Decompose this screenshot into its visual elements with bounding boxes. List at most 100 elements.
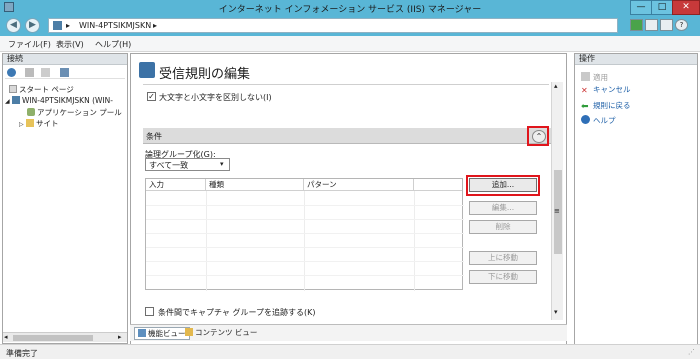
col-divider [304, 191, 305, 291]
tree-label: スタート ページ [19, 85, 74, 94]
status-text: 準備完了 [6, 349, 38, 358]
table-header: 入力 種類 パターン [146, 179, 462, 191]
connect-globe-icon[interactable] [7, 68, 16, 77]
horizontal-scrollbar[interactable]: ◂ ▸ [3, 332, 127, 342]
scroll-thumb[interactable] [13, 335, 93, 341]
edit-rule-pane: 受信規則の編集 ✓ 大文字と小文字を区別しない(I) 条件 ⌃ 論理グループ化(… [130, 53, 567, 345]
col-input[interactable]: 入力 [146, 179, 206, 191]
action-back-to-rules[interactable]: ⬅ 規則に戻る [581, 100, 631, 112]
tree-label: サイト [36, 119, 59, 128]
tree-item-server[interactable]: ◢ WIN-4PTSIKMJSKN (WIN- [5, 96, 113, 105]
menu-help[interactable]: ヘルプ(H) [95, 39, 131, 50]
window-title: インターネット インフォメーション サービス (IIS) マネージャー [218, 5, 482, 15]
server-icon [53, 21, 62, 30]
remove-button[interactable]: 削除 [469, 220, 537, 234]
save-icon[interactable] [25, 68, 34, 77]
forward-button[interactable]: ▶ [25, 18, 40, 33]
track-groups-label: 条件間でキャプチャ グループを追跡する(K) [158, 308, 316, 317]
back-arrow-icon: ⬅ [581, 102, 589, 112]
scroll-up-icon[interactable]: ▴ [554, 82, 558, 90]
view-tabs: 機能ビュー コンテンツ ビュー [130, 324, 567, 341]
tab-content-view[interactable]: コンテンツ ビュー [182, 327, 260, 340]
tree-item-app-pools[interactable]: アプリケーション プール [27, 107, 122, 118]
ignore-case-label: 大文字と小文字を区別しない(I) [159, 93, 272, 102]
action-help[interactable]: ヘルプ [581, 115, 616, 126]
expand-arrow-icon[interactable]: ▷ [19, 121, 24, 128]
connections-pane: 接続 スタート ページ ◢ WIN-4PTSIKMJSKN (WIN- アプリケ… [2, 53, 128, 344]
actions-header: 操作 [575, 54, 697, 65]
conditions-header-label: 条件 [146, 132, 162, 141]
chevron-down-icon: ▾ [220, 160, 224, 168]
resize-grip-icon: ⋰ [688, 348, 695, 356]
add-button[interactable]: 追加... [469, 178, 537, 192]
col-type[interactable]: 種類 [206, 179, 304, 191]
connections-toolbar [5, 67, 125, 79]
content-view-icon [185, 328, 193, 336]
col-divider [414, 191, 415, 291]
menu-bar: ファイル(F) 表示(V) ヘルプ(H) [0, 36, 700, 52]
vertical-scrollbar[interactable]: ▴ ≡ ▾ [551, 82, 563, 320]
tree-item-sites[interactable]: ▷ サイト [19, 118, 59, 129]
start-page-icon [9, 85, 17, 93]
scroll-left-icon[interactable]: ◂ [4, 333, 8, 341]
breadcrumb-separator-end: ▸ [153, 21, 158, 30]
row-line [146, 247, 464, 248]
maximize-button[interactable]: □ [651, 0, 673, 15]
row-line [146, 219, 464, 220]
menu-file[interactable]: ファイル(F) [8, 39, 51, 50]
move-up-button[interactable]: 上に移動 [469, 251, 537, 265]
row-line [146, 233, 464, 234]
close-button[interactable]: ✕ [672, 0, 700, 15]
ignore-case-checkbox[interactable]: ✓ [147, 92, 156, 101]
track-groups-checkbox[interactable] [145, 307, 154, 316]
actions-pane: 操作 適用 ✕ キャンセル ⬅ 規則に戻る ヘルプ [574, 53, 698, 345]
tree-label: アプリケーション プール [37, 108, 122, 117]
help-icon[interactable]: ? [675, 19, 688, 31]
logical-grouping-select[interactable]: すべて一致 ▾ [145, 158, 230, 171]
edit-button[interactable]: 編集... [469, 201, 537, 215]
sites-folder-icon [26, 119, 35, 127]
breadcrumb-server[interactable]: WIN-4PTSIKMJSKN [79, 21, 151, 30]
col-pattern[interactable]: パターン [304, 179, 414, 191]
conditions-group-header[interactable]: 条件 [143, 128, 557, 144]
grip-icon: ≡ [554, 207, 560, 215]
move-down-button[interactable]: 下に移動 [469, 270, 537, 284]
action-cancel[interactable]: ✕ キャンセル [581, 84, 631, 95]
up-folder-icon[interactable] [41, 68, 50, 77]
scroll-right-icon[interactable]: ▸ [118, 333, 122, 341]
divider-top [143, 84, 549, 85]
address-bar: ◀ ▶ ▸ WIN-4PTSIKMJSKN ▸ ? [0, 15, 700, 36]
conditions-table[interactable]: 入力 種類 パターン [145, 178, 464, 291]
col-divider [206, 191, 207, 291]
collapse-arrow-icon[interactable]: ◢ [5, 98, 10, 105]
page-title: 受信規則の編集 [159, 67, 251, 82]
connections-header: 接続 [3, 54, 127, 65]
title-bar: インターネット インフォメーション サービス (IIS) マネージャー — □ … [0, 0, 700, 15]
menu-view[interactable]: 表示(V) [56, 39, 84, 50]
action-label: ヘルプ [593, 116, 616, 125]
apply-icon [581, 72, 590, 81]
app-pool-icon [27, 108, 35, 116]
tab-label: 機能ビュー [148, 329, 186, 338]
forward-arrow-icon: ▶ [29, 20, 36, 30]
address-field[interactable]: ▸ WIN-4PTSIKMJSKN ▸ [48, 18, 618, 33]
stop-icon[interactable] [645, 19, 658, 31]
action-label: キャンセル [593, 85, 631, 94]
network-icon[interactable] [60, 68, 69, 77]
cancel-icon: ✕ [581, 86, 588, 95]
connect-icon[interactable] [630, 19, 643, 31]
scroll-down-icon[interactable]: ▾ [554, 308, 558, 316]
row-line [146, 275, 464, 276]
tree-item-start-page[interactable]: スタート ページ [9, 84, 74, 95]
help-circle-icon [581, 115, 590, 124]
action-apply[interactable]: 適用 [581, 72, 608, 83]
collapse-button[interactable]: ⌃ [532, 130, 546, 143]
breadcrumb-separator: ▸ [66, 21, 71, 30]
row-line [146, 205, 464, 206]
home-icon[interactable] [660, 19, 673, 31]
row-line [146, 261, 464, 262]
back-button[interactable]: ◀ [6, 18, 21, 33]
minimize-button[interactable]: — [630, 0, 652, 15]
tab-label: コンテンツ ビュー [195, 328, 258, 337]
server-node-icon [12, 96, 21, 104]
